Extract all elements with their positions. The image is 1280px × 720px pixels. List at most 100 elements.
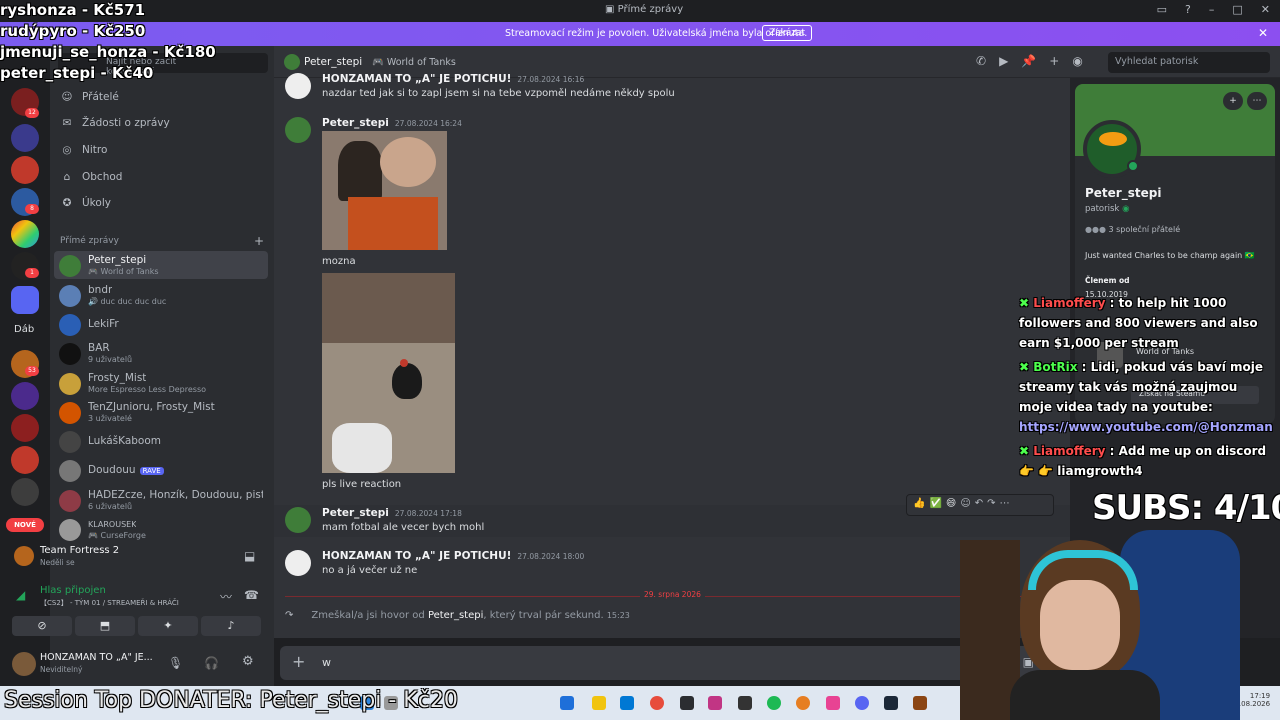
server-icon[interactable]: [11, 156, 39, 184]
missed-call-name[interactable]: Peter_stepi: [428, 610, 483, 621]
message-composer[interactable]: + w 🎁 ▤ ▣: [280, 646, 1046, 680]
dm-item[interactable]: HADEZcze, Honzík, Doudouu, pistaci... 6 …: [54, 486, 268, 514]
nav-quests[interactable]: ✪ Úkoly: [60, 197, 111, 209]
profile-avatar[interactable]: [1083, 120, 1141, 178]
thumbs-up-icon[interactable]: 👍: [913, 498, 925, 512]
nav-friends[interactable]: ☺ Přátelé: [60, 91, 119, 103]
message-author[interactable]: Peter_stepi 27.08.2024 17:18: [322, 507, 462, 519]
more-icon[interactable]: ⋯: [1247, 92, 1267, 110]
help-icon[interactable]: ?: [1185, 3, 1191, 16]
add-reaction-icon[interactable]: ☺: [960, 498, 970, 512]
server-icon[interactable]: [11, 220, 39, 248]
nav-nitro[interactable]: ◎ Nitro: [60, 144, 107, 156]
server-icon[interactable]: [11, 446, 39, 474]
more-icon[interactable]: ⋯: [1000, 498, 1010, 512]
close-window-button[interactable]: ✕: [1261, 3, 1270, 16]
person-face: [1040, 580, 1120, 670]
server-label[interactable]: Dáb: [14, 324, 34, 335]
call-icon[interactable]: ✆: [976, 54, 986, 68]
author-name[interactable]: Peter_stepi: [322, 507, 389, 519]
add-friend-icon[interactable]: +: [1223, 92, 1243, 110]
dm-item[interactable]: Doudouu RAVE: [54, 456, 268, 484]
message-author[interactable]: HONZAMAN TO „A" JE POTICHU! 27.08.2024 18…: [322, 550, 584, 562]
message-author[interactable]: Peter_stepi 27.08.2024 16:24: [322, 117, 462, 129]
avatar[interactable]: [12, 652, 36, 676]
close-icon[interactable]: ✕: [1258, 26, 1268, 40]
activities-button[interactable]: ✦: [138, 616, 198, 636]
dm-item[interactable]: KLAROUSEK 🎮 CurseForge: [54, 515, 268, 543]
camera-off-button[interactable]: ⊘: [12, 616, 72, 636]
app-icon[interactable]: [826, 696, 840, 710]
upload-icon[interactable]: +: [292, 654, 305, 670]
check-icon[interactable]: ✅: [929, 498, 941, 512]
message-text: nazdar ted jak si to zapl jsem si na teb…: [322, 88, 675, 99]
dm-item[interactable]: bndr 🔊 duc duc duc duc: [54, 281, 268, 309]
dm-item[interactable]: Frosty_Mist More Espresso Less Depresso: [54, 369, 268, 397]
create-dm-button[interactable]: +: [254, 234, 264, 248]
dm-item[interactable]: BAR 9 uživatelů: [54, 339, 268, 367]
avatar[interactable]: [285, 73, 311, 99]
video-attachment[interactable]: [322, 273, 455, 473]
nav-label: Obchod: [82, 171, 123, 183]
voice-channel[interactable]: 【CS2】 - TÝM 01 / STREAMEŘI & HRÁČI: [40, 598, 179, 608]
microphone-icon[interactable]: 🎙: [168, 656, 183, 670]
steam-icon[interactable]: [884, 696, 898, 710]
user-name[interactable]: HONZAMAN TO „A" JE...: [40, 652, 153, 663]
profile-icon[interactable]: ◉: [1072, 54, 1082, 68]
headphones-icon[interactable]: 🎧: [204, 656, 219, 670]
avatar[interactable]: [285, 117, 311, 143]
opera-icon[interactable]: [650, 696, 664, 710]
nav-message-requests[interactable]: ✉ Žádosti o zprávy: [60, 117, 170, 129]
forward-icon[interactable]: ↷: [987, 498, 995, 512]
author-name[interactable]: HONZAMAN TO „A" JE POTICHU!: [322, 73, 511, 85]
voice-status[interactable]: Hlas připojen: [40, 585, 106, 596]
disconnect-icon[interactable]: ☎: [244, 588, 259, 602]
mutual-friends[interactable]: ●●● 3 společní přátelé: [1085, 225, 1180, 234]
avatar[interactable]: [285, 507, 311, 533]
app-icon[interactable]: [796, 696, 810, 710]
image-attachment[interactable]: [322, 131, 447, 250]
server-icon[interactable]: [11, 124, 39, 152]
gear-icon[interactable]: ⚙: [242, 654, 254, 669]
edge-icon[interactable]: [620, 696, 634, 710]
add-friend-icon[interactable]: +: [1049, 54, 1059, 68]
message-input[interactable]: w: [322, 656, 331, 669]
search-input[interactable]: Vyhledat patorisk: [1108, 52, 1270, 73]
folder-icon[interactable]: [592, 696, 606, 710]
dm-item[interactable]: LukášKaboom: [54, 427, 268, 455]
emoji-reaction-icon[interactable]: 😄: [946, 498, 956, 512]
screen-share-icon[interactable]: ⬓: [244, 549, 255, 563]
author-name[interactable]: Peter_stepi: [322, 117, 389, 129]
app-icon[interactable]: [913, 696, 927, 710]
new-badge[interactable]: NOVÉ: [6, 518, 44, 532]
server-icon[interactable]: [11, 478, 39, 506]
server-icon[interactable]: [11, 414, 39, 442]
avatar[interactable]: [285, 550, 311, 576]
disable-streamer-mode-button[interactable]: Zakázat: [762, 25, 813, 41]
nav-shop[interactable]: ⌂ Obchod: [60, 171, 123, 183]
server-icon[interactable]: [11, 382, 39, 410]
reply-icon[interactable]: ↶: [975, 498, 983, 512]
pin-icon[interactable]: 📌: [1021, 54, 1036, 68]
instagram-icon[interactable]: [708, 696, 722, 710]
discord-icon[interactable]: [855, 696, 869, 710]
app-icon[interactable]: [560, 696, 574, 710]
message-author[interactable]: HONZAMAN TO „A" JE POTICHU! 27.08.2024 16…: [322, 73, 584, 85]
spotify-icon[interactable]: [767, 696, 781, 710]
dm-item[interactable]: Peter_stepi 🎮 World of Tanks: [54, 251, 268, 279]
app-icon[interactable]: [738, 696, 752, 710]
dm-item[interactable]: LekiFr: [54, 310, 268, 338]
dm-item[interactable]: TenZJunioru, Frosty_Mist 3 uživatelé: [54, 398, 268, 426]
app-icon[interactable]: [680, 696, 694, 710]
activity-panel[interactable]: Team Fortress 2 Neděli se ⬓: [6, 540, 268, 572]
video-icon[interactable]: ▶: [999, 54, 1008, 68]
folder-icon[interactable]: [11, 286, 39, 314]
inbox-icon[interactable]: ▭: [1157, 3, 1167, 16]
soundboard-button[interactable]: ♪: [201, 616, 261, 636]
author-name[interactable]: HONZAMAN TO „A" JE POTICHU!: [322, 550, 511, 562]
noise-suppression-icon[interactable]: 〰: [220, 588, 232, 605]
screen-share-button[interactable]: ⬒: [75, 616, 135, 636]
minimize-button[interactable]: –: [1209, 3, 1215, 16]
maximize-button[interactable]: □: [1232, 3, 1242, 16]
dm-name: Peter_stepi: [88, 254, 147, 266]
